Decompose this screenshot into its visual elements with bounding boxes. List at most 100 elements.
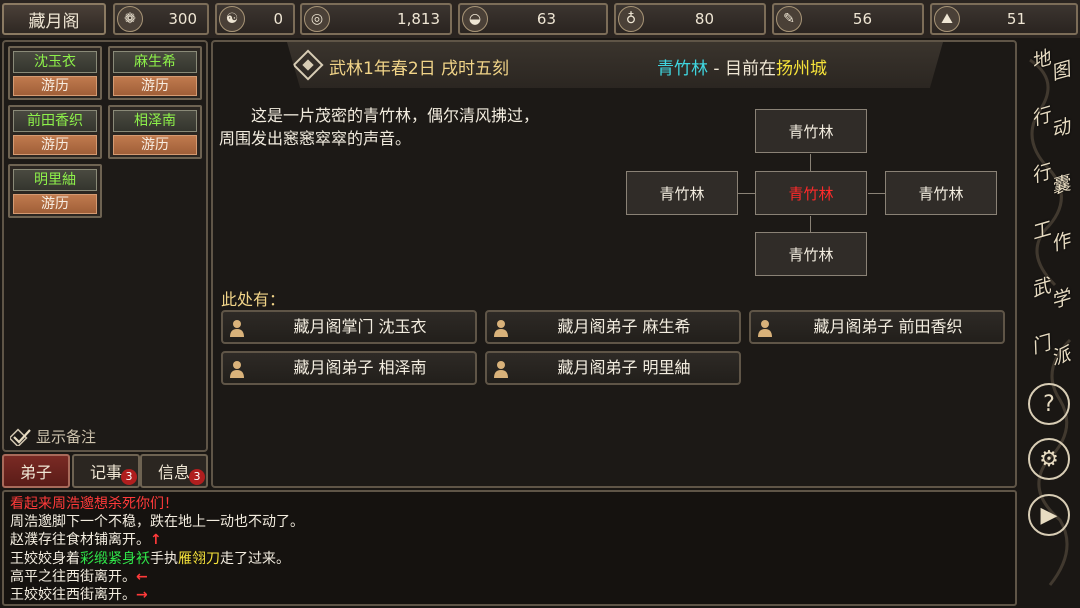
tab-messages[interactable]: 信息 3: [140, 454, 208, 488]
npc-name: 藏月阁弟子 相泽南: [293, 358, 427, 377]
resource-value: 0: [273, 10, 283, 28]
nav-char: 动: [1048, 115, 1072, 142]
nav-work-button[interactable]: 工作: [1025, 213, 1075, 257]
yin-yang-icon: ☯: [219, 6, 245, 32]
resource-slot[interactable]: ♁ 80: [614, 3, 766, 35]
log-line: 高平之往西街离开。←: [10, 568, 1009, 586]
log-text: 手执: [150, 550, 178, 567]
area-description: 这是一片茂密的青竹林，偶尔清风拂过， 周围发出窸窸窣窣的声音。: [219, 104, 609, 150]
npc-button[interactable]: 藏月阁弟子 明里紬: [485, 351, 741, 385]
person-icon: [230, 320, 244, 337]
city-name: 扬州城: [775, 59, 827, 79]
resource-slot[interactable]: ☯ 0: [215, 3, 295, 35]
npc-name: 藏月阁弟子 前田香织: [813, 317, 963, 336]
location-separator: -: [708, 59, 725, 79]
nav-action-button[interactable]: 行动: [1025, 99, 1075, 143]
log-text: 走了过来。: [220, 550, 290, 567]
log-text: 赵濮存往食材铺离开。: [10, 532, 150, 549]
nav-map-button[interactable]: 地图: [1025, 42, 1075, 86]
log-line: 看起来周浩邈想杀死你们！: [10, 496, 178, 512]
disciple-card[interactable]: 沈玉衣 游历: [8, 46, 102, 100]
nav-char: 作: [1048, 229, 1072, 256]
map-room-west[interactable]: 青竹林: [626, 171, 738, 215]
map-room-north[interactable]: 青竹林: [755, 109, 867, 153]
nav-inventory-button[interactable]: 行囊: [1025, 156, 1075, 200]
show-notes-toggle[interactable]: 显示备注: [10, 426, 96, 447]
log-line: 赵濮存往食材铺离开。↑: [10, 531, 1009, 549]
disciple-name: 麻生希: [113, 51, 197, 73]
nav-martial-arts-button[interactable]: 武学: [1025, 270, 1075, 314]
log-line: 王姣姣身着彩缎紧身袄手执雁翎刀走了过来。: [10, 550, 1009, 568]
gear-icon: ⚙: [1039, 446, 1059, 472]
checkbox-icon: [10, 427, 31, 446]
disciple-card[interactable]: 明里紬 游历: [8, 164, 102, 218]
log-text: 王姣姣往西街离开。: [10, 587, 136, 604]
resource-slot[interactable]: ◒ 63: [458, 3, 608, 35]
present-npcs-label: 此处有：: [221, 290, 286, 309]
show-notes-label: 显示备注: [36, 428, 97, 446]
tab-disciples[interactable]: 弟子: [2, 454, 70, 488]
arrow-up-icon: ↑: [150, 532, 162, 549]
description-line: 这是一片茂密的青竹林，偶尔清风拂过，: [251, 106, 540, 125]
disciple-name: 前田香织: [13, 110, 97, 132]
person-icon: [494, 320, 508, 337]
notification-badge: 3: [189, 469, 205, 485]
disciple-card[interactable]: 相泽南 游历: [108, 105, 202, 159]
disciple-card[interactable]: 前田香织 游历: [8, 105, 102, 159]
question-icon: ?: [1043, 391, 1055, 417]
npc-button[interactable]: 藏月阁弟子 麻生希: [485, 310, 741, 344]
gourd-icon: ♁: [618, 6, 644, 32]
log-text: 高平之往西街离开。: [10, 568, 136, 585]
sect-name-button[interactable]: 藏月阁: [2, 3, 106, 35]
play-button[interactable]: ▶: [1028, 494, 1070, 536]
tab-label: 记事: [89, 463, 122, 482]
disciple-name: 相泽南: [113, 110, 197, 132]
item-name: 彩缎紧身袄: [80, 550, 150, 567]
event-log[interactable]: 看起来周浩邈想杀死你们！ 周浩邈脚下一个不稳，跌在地上一动也不动了。 赵濮存往食…: [2, 490, 1017, 606]
nav-sect-button[interactable]: 门派: [1025, 327, 1075, 371]
map-room-east[interactable]: 青竹林: [885, 171, 997, 215]
disciple-status: 游历: [13, 194, 97, 214]
log-text: 王姣姣身着: [10, 550, 80, 567]
disciple-status: 游历: [113, 76, 197, 96]
resource-value: 63: [536, 10, 556, 28]
resource-value: 300: [168, 10, 197, 28]
map-connector: [868, 193, 886, 194]
map-connector: [810, 154, 811, 172]
copper-coin-icon: ◎: [304, 6, 330, 32]
npc-button[interactable]: 藏月阁弟子 前田香织: [749, 310, 1005, 344]
rock-icon: ⛰: [934, 6, 960, 32]
item-name: 雁翎刀: [178, 550, 220, 567]
disciple-status: 游历: [13, 135, 97, 155]
location-panel: 武林1年春2日 戌时五刻 青竹林 - 目前在扬州城 这是一片茂密的青竹林，偶尔清…: [211, 40, 1017, 488]
npc-button[interactable]: 藏月阁掌门 沈玉衣: [221, 310, 477, 344]
resource-slot[interactable]: ❁ 300: [113, 3, 209, 35]
disciple-card[interactable]: 麻生希 游历: [108, 46, 202, 100]
resource-bar: 藏月阁 ❁ 300 ☯ 0 ◎ 1,813 ◒ 63 ♁ 80 ✎ 56 ⛰ 5…: [0, 0, 1080, 38]
npc-button[interactable]: 藏月阁弟子 相泽南: [221, 351, 477, 385]
tab-label: 弟子: [19, 463, 52, 482]
tab-label: 信息: [157, 463, 190, 482]
map-room-current: 青竹林: [755, 171, 867, 215]
disciple-name: 沈玉衣: [13, 51, 97, 73]
rice-bowl-icon: ◒: [462, 6, 488, 32]
tab-journal[interactable]: 记事 3: [72, 454, 140, 488]
map-connector: [738, 193, 756, 194]
play-icon: ▶: [1040, 502, 1058, 528]
resource-slot[interactable]: ✎ 56: [772, 3, 924, 35]
arrow-right-icon: →: [136, 587, 148, 604]
resource-slot[interactable]: ⛰ 51: [930, 3, 1078, 35]
help-button[interactable]: ?: [1028, 383, 1070, 425]
resource-value: 51: [1006, 10, 1026, 28]
resource-value: 56: [852, 10, 872, 28]
resource-value: 1,813: [397, 10, 440, 28]
location-marker-icon: [292, 49, 324, 81]
nav-char: 图: [1048, 58, 1072, 85]
resource-slot[interactable]: ◎ 1,813: [300, 3, 452, 35]
settings-button[interactable]: ⚙: [1028, 438, 1070, 480]
log-line: 王姣姣往西街离开。→: [10, 586, 1009, 604]
arrow-left-icon: ←: [136, 568, 148, 585]
map-room-south[interactable]: 青竹林: [755, 232, 867, 276]
log-line: 周浩邈脚下一个不稳，跌在地上一动也不动了。: [10, 514, 304, 531]
npc-name: 藏月阁掌门 沈玉衣: [293, 317, 427, 336]
